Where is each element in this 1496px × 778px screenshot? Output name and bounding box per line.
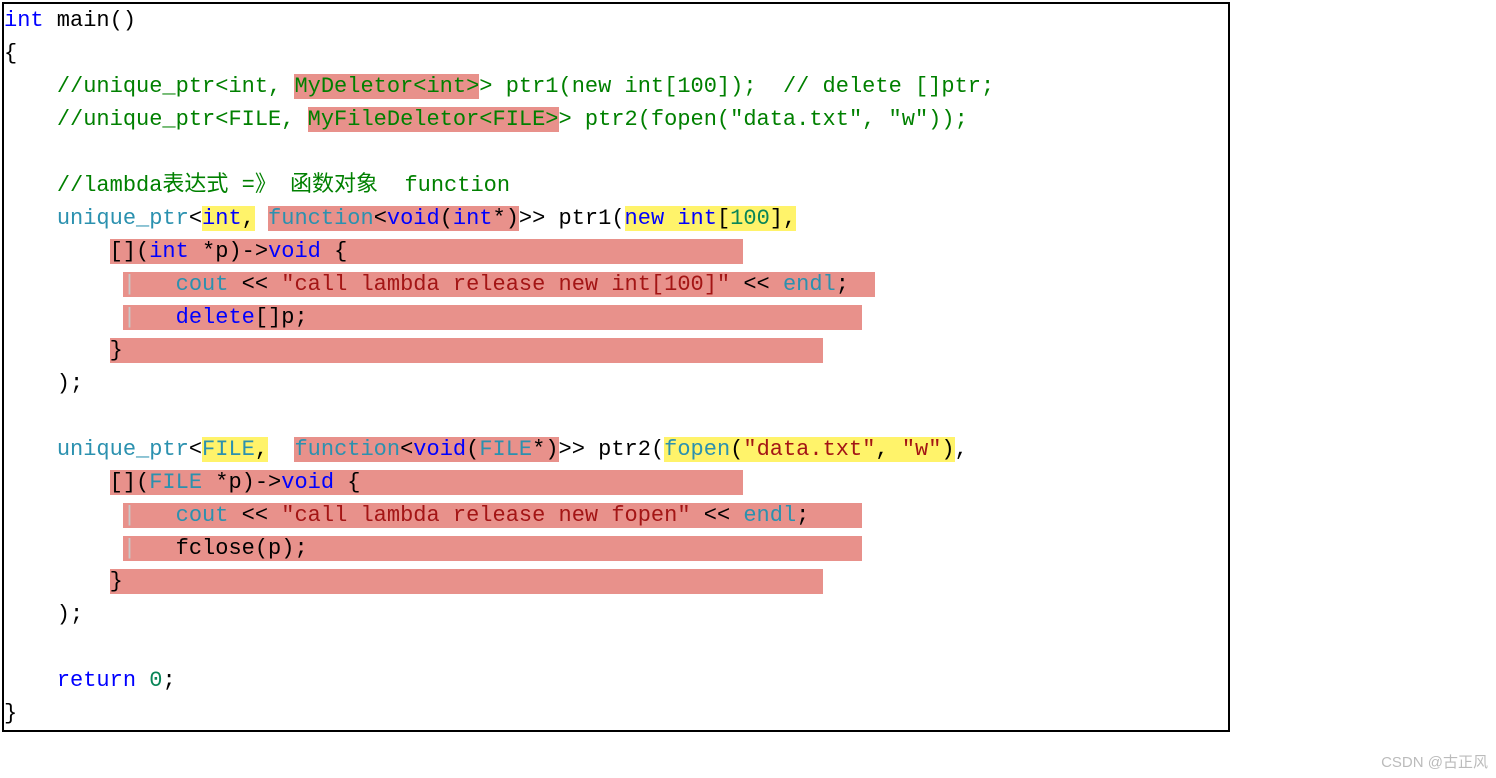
- watermark: CSDN @古正风: [1381, 752, 1488, 775]
- comment: //unique_ptr<int,: [57, 74, 295, 99]
- brace-open: {: [4, 41, 17, 66]
- comment: //unique_ptr<FILE,: [57, 107, 308, 132]
- highlight-mydeletor: MyDeletor<int>: [294, 74, 479, 99]
- keyword-int: int: [4, 8, 44, 33]
- type-uniqueptr: unique_ptr: [57, 206, 189, 231]
- text: );: [4, 602, 83, 627]
- highlight-lambda2: [](FILE *p)->void {: [110, 470, 744, 495]
- code-frame: int main() { //unique_ptr<int, MyDeletor…: [2, 2, 1230, 732]
- comment-lambda: //lambda表达式 =》 函数对象 function: [57, 173, 510, 198]
- code-block: int main() { //unique_ptr<int, MyDeletor…: [4, 4, 1228, 730]
- highlight-myfiledeletor: MyFileDeletor<FILE>: [308, 107, 559, 132]
- text: main(): [44, 8, 136, 33]
- highlight-lambda1: [](int *p)->void {: [110, 239, 744, 264]
- comment: > ptr2(fopen("data.txt", "w"));: [559, 107, 968, 132]
- brace-close: }: [4, 701, 17, 726]
- keyword-return: return: [57, 668, 136, 693]
- comment: > ptr1(new int[100]); // delete []ptr;: [479, 74, 994, 99]
- type-uniqueptr: unique_ptr: [57, 437, 189, 462]
- text: );: [4, 371, 83, 396]
